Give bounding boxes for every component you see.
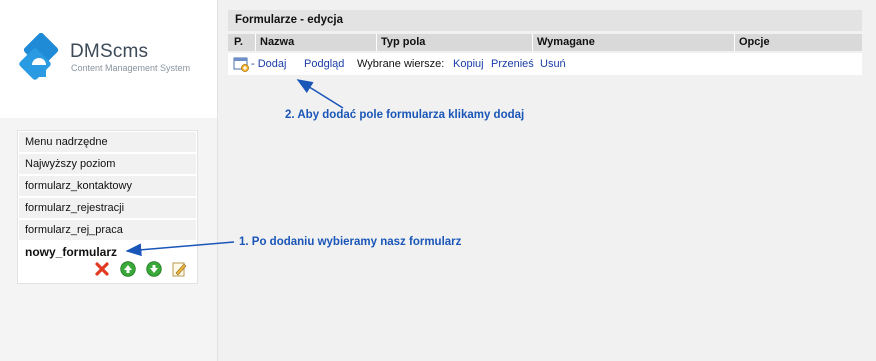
column-header-typ-pola: Typ pola [376,34,532,51]
column-header-p: P. [234,36,243,48]
annotation-arrow-step-2 [296,79,344,109]
move-link[interactable]: Przenieś [491,53,534,75]
dmscms-logo-icon [19,33,59,80]
move-down-icon[interactable] [146,261,162,277]
column-header-nazwa: Nazwa [255,34,376,51]
add-field-icon[interactable] [233,56,249,72]
column-header-opcje: Opcje [734,34,862,51]
delete-link[interactable]: Usuń [540,53,566,75]
panel-title: Formularze - edycja [228,10,862,31]
copy-link[interactable]: Kopiuj [453,53,484,75]
annotation-step-2: 2. Aby dodać pole formularza klikamy dod… [285,109,525,121]
menu-item-menu-nadrzedne[interactable]: Menu nadrzędne [19,132,196,153]
menu-item-nowy-formularz[interactable]: nowy_formularz [19,242,196,263]
edit-icon[interactable] [171,261,187,277]
menu-item-najwyzszy-poziom[interactable]: Najwyższy poziom [19,154,196,175]
delete-icon[interactable] [94,261,110,277]
add-field-link[interactable]: - Dodaj [251,53,286,75]
column-header-wymagane: Wymagane [532,34,734,51]
menu-item-formularz-kontaktowy[interactable]: formularz_kontaktowy [19,176,196,197]
annotation-step-1: 1. Po dodaniu wybieramy nasz formularz [239,236,462,248]
preview-link[interactable]: Podgląd [304,53,344,75]
sidebar: DMScms Content Management System Menu na… [0,0,218,361]
brand-tagline: Content Management System [71,63,191,73]
form-menu: Menu nadrzędne Najwyższy poziom formular… [17,130,198,284]
move-up-icon[interactable] [120,261,136,277]
table-actions-row: - Dodaj Podgląd Wybrane wiersze: Kopiuj … [228,53,862,75]
table-header: P. Nazwa Typ pola Wymagane Opcje [228,34,862,51]
selected-rows-label: Wybrane wiersze: [357,58,445,70]
menu-item-formularz-rejestracji[interactable]: formularz_rejestracji [19,198,196,219]
logo-area: DMScms Content Management System [0,0,217,118]
menu-item-formularz-rej-praca[interactable]: formularz_rej_praca [19,220,196,241]
brand-name: DMScms [70,41,149,62]
